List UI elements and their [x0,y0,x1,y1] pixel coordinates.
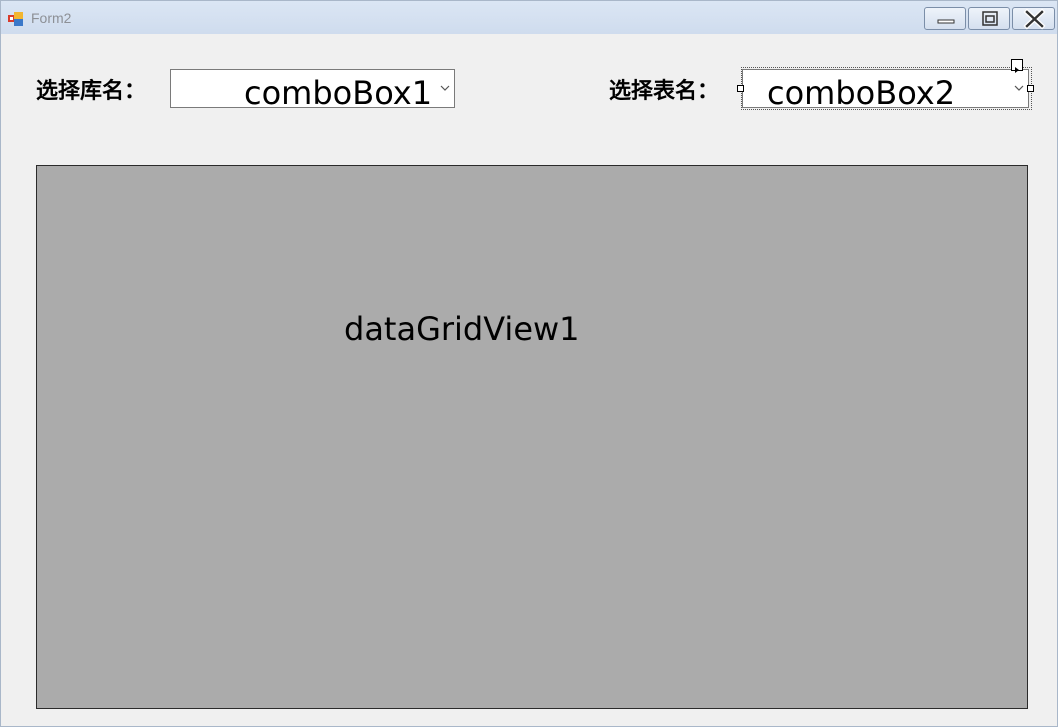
window-title: Form2 [31,10,72,26]
resize-handle-left[interactable] [737,85,744,92]
chevron-down-icon[interactable] [1014,84,1024,92]
grid-placeholder-text: dataGridView1 [344,310,580,348]
minimize-button[interactable] [924,7,966,30]
minimize-icon [937,19,955,24]
combobox-text: comboBox1 [244,74,433,108]
smart-tag-button[interactable] [1011,59,1023,73]
combobox-text: comboBox2 [767,74,956,108]
table-label: 选择表名： [609,79,720,104]
form-client-area: 选择库名： comboBox1 选择表名： comboBox2 dataGrid… [5,34,1055,724]
title-bar[interactable]: Form2 [1,1,1057,34]
maximize-icon [982,11,998,26]
form-icon [8,11,24,27]
database-label: 选择库名： [36,79,147,104]
form-window: Form2 选择库名： comboBox1 选择表名： comboBox2 da… [0,0,1058,727]
chevron-down-icon[interactable] [440,84,450,92]
close-icon [1023,8,1046,30]
maximize-button[interactable] [968,7,1010,30]
resize-handle-right[interactable] [1027,85,1034,92]
close-button[interactable] [1012,7,1055,30]
triangle-right-icon [1015,67,1019,73]
data-grid-view[interactable]: dataGridView1 [36,165,1028,709]
table-combobox[interactable]: comboBox2 [742,69,1029,108]
database-combobox[interactable]: comboBox1 [170,69,455,108]
